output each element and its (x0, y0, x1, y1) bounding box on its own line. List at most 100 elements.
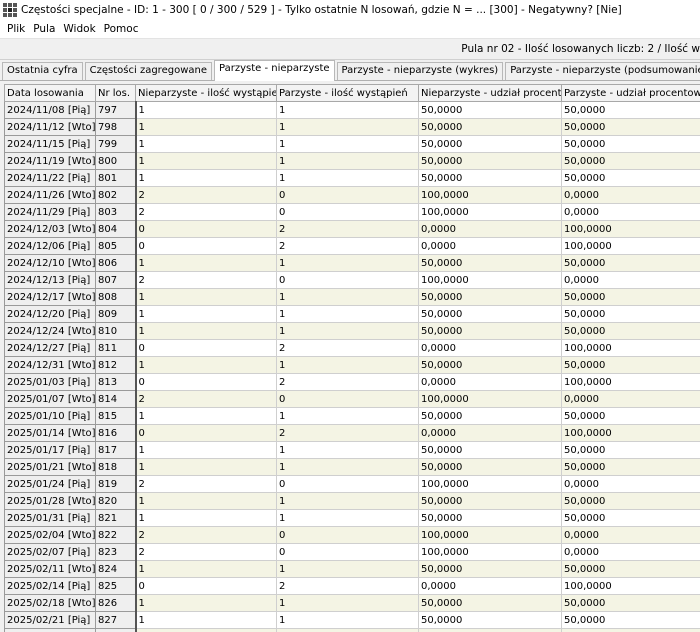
cell-date[interactable]: 2024/11/08 [Pią] (4, 101, 96, 119)
cell-even-count[interactable]: 1 (276, 611, 419, 629)
table-row[interactable]: 2025/02/11 [Wto] 824 1 1 50,0000 50,0000 (4, 560, 700, 578)
cell-odd-count[interactable]: 0 (135, 577, 277, 595)
cell-even-percent[interactable]: 100,0000 (561, 373, 700, 391)
table-row[interactable]: 2025/01/14 [Wto] 816 0 2 0,0000 100,0000 (4, 424, 700, 442)
cell-draw-number[interactable]: 806 (95, 254, 137, 272)
cell-even-percent[interactable]: 50,0000 (561, 492, 700, 510)
cell-odd-percent[interactable]: 100,0000 (418, 271, 562, 289)
data-grid[interactable]: Data losowania Nr los. Nieparzyste - ilo… (4, 84, 700, 632)
cell-date[interactable]: 2024/12/24 [Wto] (4, 322, 96, 340)
cell-date[interactable]: 2024/11/15 [Pią] (4, 135, 96, 153)
cell-even-count[interactable]: 1 (276, 492, 419, 510)
cell-even-percent[interactable]: 50,0000 (561, 441, 700, 459)
cell-date[interactable]: 2025/01/31 [Pią] (4, 509, 96, 527)
cell-even-percent[interactable]: 50,0000 (561, 152, 700, 170)
cell-odd-percent[interactable]: 50,0000 (418, 118, 562, 136)
table-row[interactable]: 2024/11/15 [Pią] 799 1 1 50,0000 50,0000 (4, 135, 700, 153)
cell-date[interactable]: 2025/02/04 [Wto] (4, 526, 96, 544)
cell-draw-number[interactable]: 820 (95, 492, 137, 510)
cell-date[interactable]: 2025/01/10 [Pią] (4, 407, 96, 425)
cell-date[interactable]: 2025/01/24 [Pią] (4, 475, 96, 493)
cell-draw-number[interactable]: 821 (95, 509, 137, 527)
cell-even-percent[interactable]: 0,0000 (561, 543, 700, 561)
cell-odd-percent[interactable]: 0,0000 (418, 424, 562, 442)
menu-plik[interactable]: Plik (3, 23, 29, 35)
cell-even-count[interactable]: 1 (276, 152, 419, 170)
cell-draw-number[interactable]: 812 (95, 356, 137, 374)
cell-odd-percent[interactable]: 50,0000 (418, 254, 562, 272)
cell-odd-count[interactable]: 0 (135, 237, 277, 255)
table-row[interactable]: 2025/02/25 [Wto]8281150,000050,0000 (4, 628, 700, 632)
cell-odd-count[interactable]: 1 (135, 628, 277, 632)
tab-parzyste-nieparzyste[interactable]: Parzyste - nieparzyste (214, 60, 335, 81)
cell-even-percent[interactable]: 0,0000 (561, 186, 700, 204)
cell-draw-number[interactable]: 819 (95, 475, 137, 493)
cell-odd-percent[interactable]: 50,0000 (418, 509, 562, 527)
cell-odd-count[interactable]: 1 (135, 441, 277, 459)
cell-odd-count[interactable]: 1 (135, 152, 277, 170)
cell-draw-number[interactable]: 815 (95, 407, 137, 425)
cell-even-count[interactable]: 1 (276, 458, 419, 476)
cell-even-percent[interactable]: 100,0000 (561, 577, 700, 595)
cell-draw-number[interactable]: 801 (95, 169, 137, 187)
cell-odd-percent[interactable]: 100,0000 (418, 543, 562, 561)
cell-even-percent[interactable]: 50,0000 (561, 594, 700, 612)
cell-draw-number[interactable]: 813 (95, 373, 137, 391)
cell-odd-percent[interactable]: 50,0000 (418, 560, 562, 578)
cell-odd-count[interactable]: 0 (135, 339, 277, 357)
cell-even-count[interactable]: 2 (276, 577, 419, 595)
cell-odd-percent[interactable]: 50,0000 (418, 441, 562, 459)
cell-even-count[interactable]: 1 (276, 594, 419, 612)
cell-odd-count[interactable]: 1 (135, 254, 277, 272)
cell-even-percent[interactable]: 100,0000 (561, 339, 700, 357)
cell-draw-number[interactable]: 825 (95, 577, 137, 595)
cell-date[interactable]: 2024/11/19 [Wto] (4, 152, 96, 170)
cell-odd-percent[interactable]: 100,0000 (418, 390, 562, 408)
cell-date[interactable]: 2024/11/12 [Wto] (4, 118, 96, 136)
cell-odd-count[interactable]: 1 (135, 594, 277, 612)
cell-odd-count[interactable]: 2 (135, 390, 277, 408)
cell-even-count[interactable]: 1 (276, 322, 419, 340)
table-row[interactable]: 2024/12/10 [Wto] 806 1 1 50,0000 50,0000 (4, 254, 700, 272)
cell-draw-number[interactable]: 809 (95, 305, 137, 323)
col-header-parzyste-udzial[interactable]: Parzyste - udział procentowy (561, 84, 700, 102)
cell-draw-number[interactable]: 797 (95, 101, 137, 119)
cell-odd-percent[interactable]: 100,0000 (418, 186, 562, 204)
cell-draw-number[interactable]: 810 (95, 322, 137, 340)
cell-odd-count[interactable]: 1 (135, 356, 277, 374)
cell-draw-number[interactable]: 811 (95, 339, 137, 357)
cell-even-percent[interactable]: 50,0000 (561, 560, 700, 578)
cell-even-percent[interactable]: 50,0000 (561, 458, 700, 476)
cell-draw-number[interactable]: 800 (95, 152, 137, 170)
cell-even-count[interactable]: 1 (276, 118, 419, 136)
cell-date[interactable]: 2025/02/21 [Pią] (4, 611, 96, 629)
cell-even-percent[interactable]: 50,0000 (561, 356, 700, 374)
cell-odd-count[interactable]: 1 (135, 135, 277, 153)
col-header-nr-los[interactable]: Nr los. (95, 84, 136, 102)
tab-ostatnia-cyfra[interactable]: Ostatnia cyfra (2, 62, 83, 80)
cell-date[interactable]: 2024/11/29 [Pią] (4, 203, 96, 221)
table-row[interactable]: 2024/12/17 [Wto] 808 1 1 50,0000 50,0000 (4, 288, 700, 306)
cell-even-count[interactable]: 0 (276, 475, 419, 493)
cell-date[interactable]: 2024/12/10 [Wto] (4, 254, 96, 272)
cell-even-count[interactable]: 0 (276, 526, 419, 544)
cell-odd-count[interactable]: 1 (135, 509, 277, 527)
table-row[interactable]: 2025/01/03 [Pią] 813 0 2 0,0000 100,0000 (4, 373, 700, 391)
cell-date[interactable]: 2024/11/26 [Wto] (4, 186, 96, 204)
cell-date[interactable]: 2025/01/21 [Wto] (4, 458, 96, 476)
cell-odd-count[interactable]: 0 (135, 220, 277, 238)
cell-draw-number[interactable]: 803 (95, 203, 137, 221)
cell-odd-count[interactable]: 2 (135, 526, 277, 544)
cell-odd-count[interactable]: 2 (135, 543, 277, 561)
table-row[interactable]: 2024/12/03 [Wto] 804 0 2 0,0000 100,0000 (4, 220, 700, 238)
cell-odd-percent[interactable]: 0,0000 (418, 339, 562, 357)
cell-odd-count[interactable]: 2 (135, 271, 277, 289)
cell-odd-count[interactable]: 0 (135, 373, 277, 391)
col-header-data-losowania[interactable]: Data losowania (4, 84, 96, 102)
cell-draw-number[interactable]: 828 (95, 628, 137, 632)
cell-odd-count[interactable]: 1 (135, 305, 277, 323)
table-row[interactable]: 2025/01/24 [Pią] 819 2 0 100,0000 0,0000 (4, 475, 700, 493)
cell-even-percent[interactable]: 50,0000 (561, 628, 700, 632)
cell-date[interactable]: 2024/12/31 [Wto] (4, 356, 96, 374)
cell-even-percent[interactable]: 50,0000 (561, 611, 700, 629)
